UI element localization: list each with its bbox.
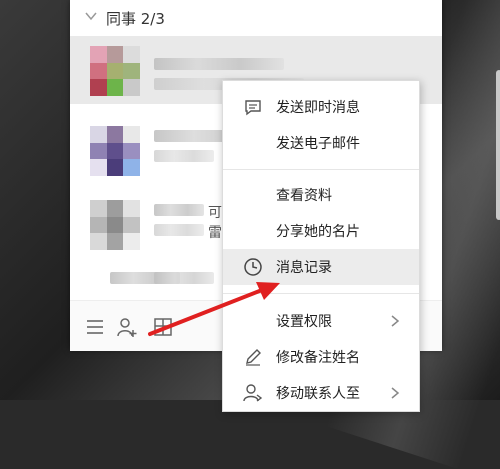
menu-item-label: 发送即时消息 [276,100,360,116]
add-contact-icon[interactable] [116,316,138,338]
contact-status-blurred [154,150,214,162]
menu-item-label: 分享她的名片 [276,224,360,240]
contact-status-blurred [154,224,204,236]
contacts-manager-icon[interactable] [152,316,174,338]
menu-icon[interactable] [84,316,106,338]
menu-item-label: 消息记录 [276,260,332,276]
contact-name-blurred [154,204,204,216]
menu-item-label: 查看资料 [276,188,332,204]
contact-status-blurred [154,272,214,284]
scrollbar[interactable] [496,70,500,220]
chat-bubble-icon [245,100,261,116]
menu-item-message-history[interactable]: 消息记录 [223,249,419,285]
menu-item-label: 移动联系人至 [276,386,360,402]
contact-name-blurred [154,58,284,70]
menu-item-edit-remark[interactable]: 修改备注姓名 [223,339,419,375]
chevron-down-icon[interactable] [84,9,98,23]
group-title: 同事 2/3 [106,10,165,28]
avatar [90,200,140,250]
group-header-colleagues[interactable]: 同事 2/3 [70,0,442,36]
clock-icon [244,258,262,276]
menu-item-move-contact[interactable]: 移动联系人至 [223,375,419,411]
menu-item-label: 设置权限 [276,314,332,330]
pencil-icon [246,349,261,366]
chevron-right-icon [391,315,400,327]
menu-item-share-card[interactable]: 分享她的名片 [223,213,419,249]
contact-name-fragment: 可 [208,205,222,221]
menu-item-label: 发送电子邮件 [276,136,360,152]
menu-item-send-im[interactable]: 发送即时消息 [223,89,419,125]
contact-status-fragment: 雷 [208,225,222,241]
menu-separator [223,293,419,294]
menu-item-view-profile[interactable]: 查看资料 [223,177,419,213]
menu-item-send-email[interactable]: 发送电子邮件 [223,125,419,161]
avatar [90,126,140,176]
avatar [90,46,140,96]
context-menu: 发送即时消息 发送电子邮件 查看资料 分享她的名片 消息记录 设置权限 修改备注… [222,80,420,412]
menu-separator [223,169,419,170]
menu-item-label: 修改备注姓名 [276,350,360,366]
chevron-right-icon [391,387,400,399]
menu-item-set-permissions[interactable]: 设置权限 [223,303,419,339]
user-move-icon [243,384,263,402]
